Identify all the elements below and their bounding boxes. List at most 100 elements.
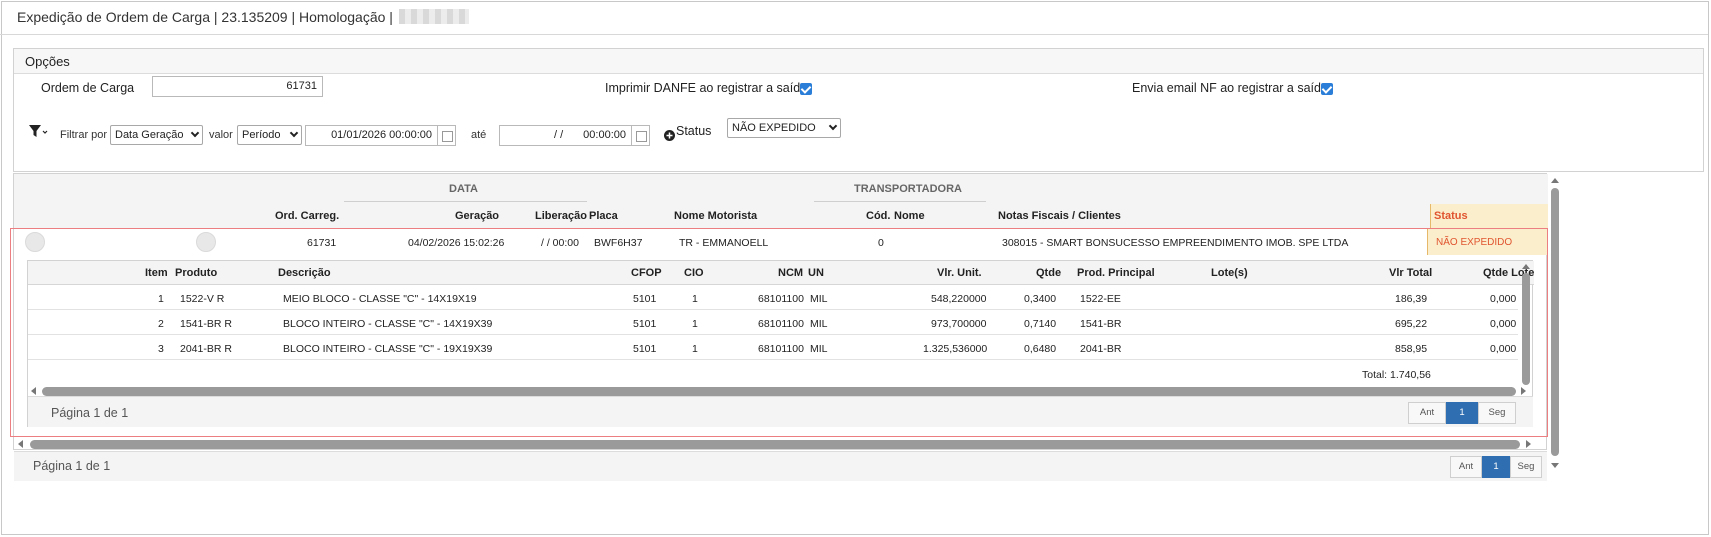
row-liberacao: / / 00:00 [541,237,579,249]
email-checkbox[interactable] [1321,83,1333,95]
detail-pager-next-button[interactable]: Seg [1478,402,1516,424]
cell-produto: 1522-V R [180,293,225,305]
cell-ncm: 68101100 [758,318,804,330]
scroll-right-icon[interactable] [1526,440,1531,448]
cell-cio: 1 [692,293,698,305]
dcol-prod-principal[interactable]: Prod. Principal [1077,267,1155,279]
options-header [14,49,1703,74]
row-status-cell: NÃO EXPEDIDO [1427,229,1547,255]
danfe-checkbox[interactable] [800,83,812,95]
dcol-cio[interactable]: CIO [684,267,704,279]
detail-vscrollbar[interactable] [1522,273,1530,385]
filtrar-select-value: Data Geração [115,129,184,141]
row-ord: 61731 [307,237,337,249]
grid-pager: Página 1 de 1 Ant 1 Seg [14,451,1547,481]
chevron-down-icon [289,128,299,138]
row-geracao: 04/02/2026 15:02:26 [408,237,505,249]
status-select[interactable]: NÃO EXPEDIDO [727,118,841,138]
col-notas[interactable]: Notas Fiscais / Clientes [998,210,1121,222]
valor-label: valor [209,129,233,141]
scroll-down-icon[interactable] [1551,463,1559,468]
scroll-up-icon[interactable] [1522,264,1530,269]
dcol-vlr-unit[interactable]: Vlr. Unit. [937,267,982,279]
row-placa: BWF6H37 [594,237,643,249]
cell-cio: 1 [692,318,698,330]
group-transportadora-line [814,201,986,202]
scroll-up-icon[interactable] [1551,178,1559,183]
detail-hscrollbar[interactable] [42,387,1516,396]
ordem-input[interactable]: 61731 [152,76,323,97]
table-row[interactable]: 2 1541-BR R BLOCO INTEIRO - CLASSE "C" -… [28,310,1518,335]
valor-select[interactable]: Período [237,125,302,145]
redacted-user [398,9,469,24]
dcol-lotes[interactable]: Lote(s) [1211,267,1248,279]
dcol-item[interactable]: Item [145,267,168,279]
table-row[interactable]: 1 1522-V R MEIO BLOCO - CLASSE "C" - 14X… [28,285,1518,310]
calendar-icon[interactable] [632,125,650,146]
cell-vlr-total: 858,95 [1395,343,1428,355]
cell-item: 1 [158,293,164,305]
cell-cfop: 5101 [633,318,657,330]
calendar-icon[interactable] [438,125,456,146]
col-cod[interactable]: Cód. [866,210,890,222]
cell-prod-principal: 2041-BR [1080,343,1122,355]
grid-vscrollbar[interactable] [1551,188,1559,456]
col-nome[interactable]: Nome [894,210,925,222]
dcol-vlr-total[interactable]: Vlr Total [1389,267,1432,279]
grid-hscrollbar[interactable] [30,440,1520,449]
add-status-icon[interactable] [664,130,675,141]
row-notas: 308015 - SMART BONSUCESSO EMPREENDIMENTO… [1002,237,1349,249]
group-data-line [344,201,587,202]
cell-qtde: 0,3400 [1024,293,1057,305]
chevron-down-icon [828,121,838,131]
dcol-produto[interactable]: Produto [175,267,217,279]
cell-produto: 2041-BR R [180,343,232,355]
cell-qtde: 0,6480 [1024,343,1057,355]
pager-page-button[interactable]: 1 [1482,456,1510,478]
ate-label: até [471,129,487,141]
col-placa[interactable]: Placa [589,210,618,222]
col-nome-motorista[interactable]: Nome Motorista [674,210,757,222]
col-liberacao[interactable]: Liberação [535,210,587,222]
dcol-un[interactable]: UN [808,267,824,279]
ordem-label: Ordem de Carga [41,81,135,95]
detail-pager: Página 1 de 1 Ant 1 Seg [28,396,1533,427]
col-status[interactable]: Status [1434,210,1468,222]
table-row[interactable]: 61731 04/02/2026 15:02:26 / / 00:00 BWF6… [11,229,1547,255]
date-from-input[interactable]: 01/01/2026 00:00:00 [305,125,438,146]
email-label: Envia email NF ao registrar a saída [1132,81,1328,95]
scroll-left-icon[interactable] [18,440,23,448]
truck-icon[interactable] [196,232,216,252]
cell-vlr-unit: 548,220000 [931,293,987,305]
cell-prod-principal: 1522-EE [1080,293,1121,305]
col-geracao[interactable]: Geração [455,210,499,222]
table-row[interactable]: 3 2041-BR R BLOCO INTEIRO - CLASSE "C" -… [28,335,1518,360]
col-ord-carreg[interactable]: Ord. Carreg. [275,210,339,222]
pager-prev-button[interactable]: Ant [1450,456,1482,478]
detail-pager-page-button[interactable]: 1 [1446,402,1478,424]
calendar-icon[interactable] [25,232,45,252]
group-data: DATA [449,183,478,195]
dcol-ncm[interactable]: NCM [778,267,803,279]
filtrar-select[interactable]: Data Geração [110,125,203,145]
detail-pager-prev-button[interactable]: Ant [1408,402,1446,424]
scroll-left-icon[interactable] [31,387,36,395]
group-transportadora: TRANSPORTADORA [854,183,962,195]
cell-qtde-lote: 0,000 [1490,343,1517,355]
filter-icon[interactable] [28,124,48,140]
detail-page-info: Página 1 de 1 [51,406,129,420]
valor-select-value: Período [242,129,281,141]
cell-ncm: 68101100 [758,343,804,355]
dcol-descricao[interactable]: Descrição [278,267,331,279]
date-to-input[interactable]: / / 00:00:00 [499,125,632,146]
selected-row-box: 61731 04/02/2026 15:02:26 / / 00:00 BWF6… [10,228,1548,437]
date-to-time: 00:00:00 [583,129,626,141]
dcol-cfop[interactable]: CFOP [631,267,662,279]
cell-vlr-total: 695,22 [1395,318,1428,330]
scroll-right-icon[interactable] [1521,387,1526,395]
cell-prod-principal: 1541-BR [1080,318,1122,330]
danfe-label: Imprimir DANFE ao registrar a saída [605,81,808,95]
pager-next-button[interactable]: Seg [1510,456,1542,478]
title-divider [0,34,1708,35]
dcol-qtde[interactable]: Qtde [1036,267,1061,279]
